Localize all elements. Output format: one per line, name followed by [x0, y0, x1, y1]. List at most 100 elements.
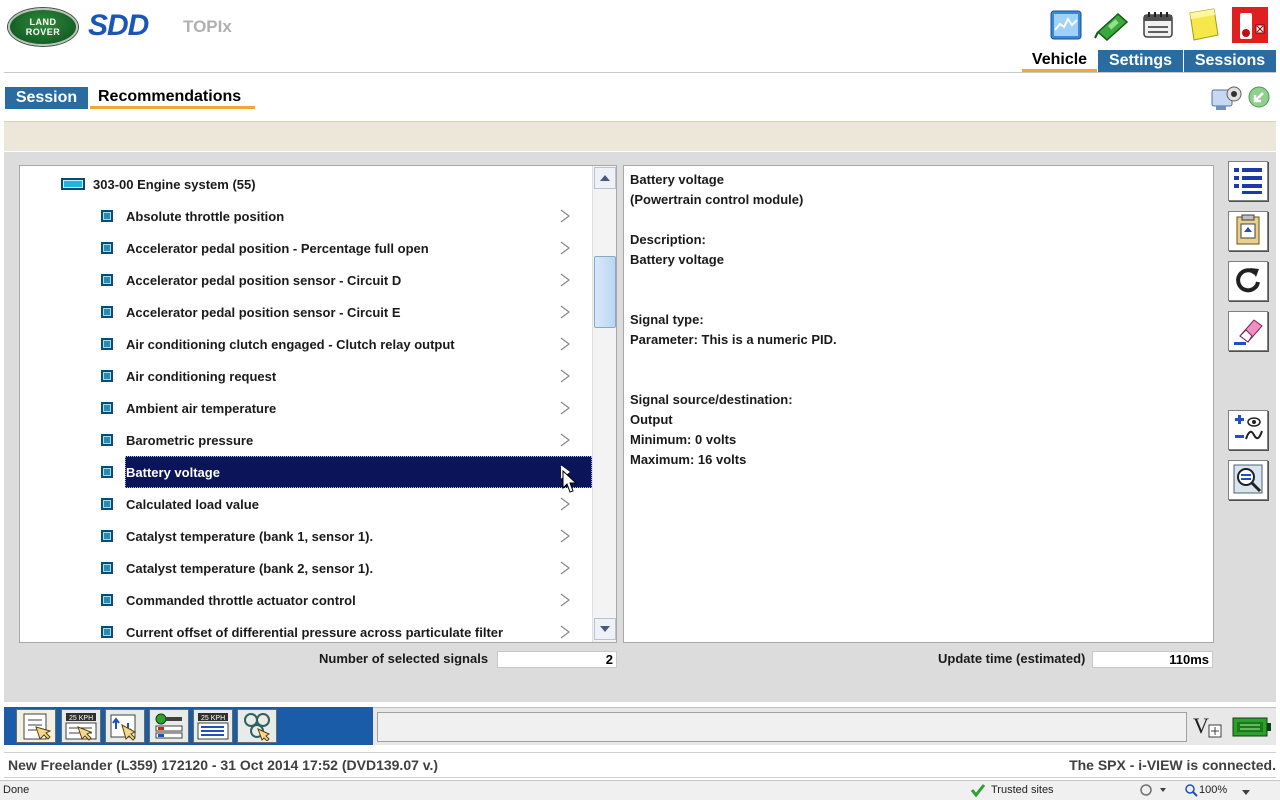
signal-icon — [101, 338, 113, 350]
signal-icon — [101, 370, 113, 382]
expand-arrow-icon[interactable] — [560, 337, 570, 351]
tree-signal-row[interactable]: Battery voltage — [20, 456, 592, 488]
signal-label: Calculated load value — [126, 496, 259, 512]
logo-text-line2: ROVER — [25, 27, 61, 37]
gauge-click-icon[interactable]: 25 KPH — [61, 709, 101, 743]
protected-mode-icon[interactable] — [1138, 783, 1168, 800]
expand-arrow-icon[interactable] — [560, 561, 570, 575]
signal-label: Accelerator pedal position sensor - Circ… — [126, 272, 402, 288]
tab-session[interactable]: Session — [5, 87, 88, 109]
tab-settings[interactable]: Settings — [1098, 50, 1183, 72]
cable-icon[interactable] — [1094, 6, 1128, 44]
tree-group-row[interactable]: 303-00 Engine system (55) — [20, 171, 590, 197]
clipboard-button[interactable] — [1228, 211, 1268, 251]
signal-label: Catalyst temperature (bank 1, sensor 1). — [126, 528, 374, 544]
signal-icon — [101, 242, 113, 254]
expand-arrow-icon[interactable] — [560, 241, 570, 255]
signal-type-value: Parameter: This is a numeric PID. — [630, 332, 837, 347]
expand-arrow-icon[interactable] — [560, 401, 570, 415]
module-icon — [61, 178, 85, 190]
tab-sessions[interactable]: Sessions — [1184, 50, 1276, 72]
expand-arrow-icon[interactable] — [560, 433, 570, 447]
tree-signal-row[interactable]: Accelerator pedal position sensor - Circ… — [20, 267, 590, 293]
zoom-level[interactable]: 100% — [1199, 784, 1227, 796]
emergency-stop-icon[interactable] — [1230, 6, 1270, 44]
tree-signal-row[interactable]: Ambient air temperature — [20, 395, 590, 421]
tree-signal-row[interactable]: Absolute throttle position — [20, 203, 590, 229]
tree-signal-row[interactable]: Air conditioning request — [20, 363, 590, 389]
signal-icon — [101, 274, 113, 286]
add-watch-icon — [1232, 413, 1264, 448]
search-button[interactable] — [1228, 460, 1268, 500]
browser-status-bar: Done Trusted sites 100% — [0, 780, 1280, 800]
voltage-icon[interactable]: V — [1190, 710, 1226, 742]
notes-icon[interactable] — [1186, 6, 1220, 44]
tree-signal-row[interactable]: Catalyst temperature (bank 2, sensor 1). — [20, 555, 590, 581]
gauge-icon[interactable]: 25 KPH — [193, 709, 233, 743]
description-value: Battery voltage — [630, 252, 724, 267]
tree-signal-row[interactable]: Accelerator pedal position - Percentage … — [20, 235, 590, 261]
tree-signal-row[interactable]: Commanded throttle actuator control — [20, 587, 590, 613]
refresh-icon — [1233, 265, 1263, 298]
zoom-icon[interactable] — [1184, 783, 1198, 800]
logo-text-line1: LAND — [29, 17, 57, 27]
expand-arrow-icon[interactable] — [560, 209, 570, 223]
expand-arrow-icon[interactable] — [560, 305, 570, 319]
list-icon — [1232, 165, 1264, 198]
tab-vehicle[interactable]: Vehicle — [1022, 50, 1097, 72]
module-icon[interactable] — [149, 709, 189, 743]
expand-arrow-icon[interactable] — [560, 529, 570, 543]
tree-scrollbar[interactable] — [592, 166, 616, 642]
tree-signal-row[interactable]: Calculated load value — [20, 491, 590, 517]
vehicle-info: New Freelander (L359) 172120 - 31 Oct 20… — [8, 757, 439, 773]
camera-icon[interactable] — [1210, 82, 1242, 112]
selected-signals-label: Number of selected signals — [319, 651, 489, 666]
message-bar — [377, 712, 1187, 742]
expand-arrow-icon[interactable] — [560, 369, 570, 383]
signal-icon — [101, 434, 113, 446]
scroll-down-button[interactable] — [594, 618, 616, 640]
signal-label: Catalyst temperature (bank 2, sensor 1). — [126, 560, 374, 576]
expand-arrow-icon[interactable] — [560, 625, 570, 639]
expand-arrow-icon[interactable] — [560, 593, 570, 607]
add-watch-button[interactable] — [1228, 410, 1268, 450]
topix-label: TOPIx — [183, 17, 232, 36]
maximum-value: Maximum: 16 volts — [630, 452, 747, 467]
land-rover-logo: LAND ROVER — [8, 8, 78, 46]
tree-signal-row[interactable]: Current offset of differential pressure … — [20, 619, 590, 642]
tree-signal-row[interactable]: Catalyst temperature (bank 1, sensor 1). — [20, 523, 590, 549]
datalogger-icon[interactable] — [1049, 6, 1083, 44]
signal-label: Absolute throttle position — [126, 208, 285, 224]
signal-icon — [101, 626, 113, 638]
refresh-button[interactable] — [1228, 261, 1268, 301]
expand-arrow-icon[interactable] — [560, 497, 570, 511]
expand-arrow-icon[interactable] — [560, 273, 570, 287]
signal-icon — [101, 466, 113, 478]
signals-icon[interactable] — [105, 709, 145, 743]
tree-signal-row[interactable]: Barometric pressure — [20, 427, 590, 453]
tree-signal-row[interactable]: Accelerator pedal position sensor - Circ… — [20, 299, 590, 325]
security-zone: Trusted sites — [991, 784, 1054, 796]
tree-signal-row[interactable]: Air conditioning clutch engaged - Clutch… — [20, 331, 590, 357]
battery-icon[interactable] — [1232, 712, 1272, 742]
scroll-up-button[interactable] — [594, 167, 616, 189]
checklist-icon[interactable] — [16, 709, 56, 743]
signal-label: Commanded throttle actuator control — [126, 592, 356, 608]
tab-recommendations[interactable]: Recommendations — [90, 87, 255, 109]
signal-icon — [101, 306, 113, 318]
zoom-dropdown-icon[interactable] — [1242, 786, 1250, 798]
list-button[interactable] — [1228, 161, 1268, 201]
network-icon[interactable] — [237, 709, 277, 743]
brand-title: SDD — [88, 9, 149, 42]
group-label: 303-00 Engine system (55) — [93, 176, 256, 192]
search-icon — [1232, 463, 1264, 498]
signal-type-label: Signal type: — [630, 312, 704, 327]
session-bar — [4, 121, 1276, 151]
vci-icon[interactable] — [1141, 6, 1175, 44]
back-icon[interactable] — [1248, 86, 1270, 108]
eraser-button[interactable] — [1228, 311, 1268, 351]
scroll-thumb[interactable] — [594, 256, 616, 328]
signal-tree: 303-00 Engine system (55) Absolute throt… — [19, 165, 617, 643]
detail-module: (Powertrain control module) — [630, 192, 804, 207]
detail-title: Battery voltage — [630, 172, 724, 187]
